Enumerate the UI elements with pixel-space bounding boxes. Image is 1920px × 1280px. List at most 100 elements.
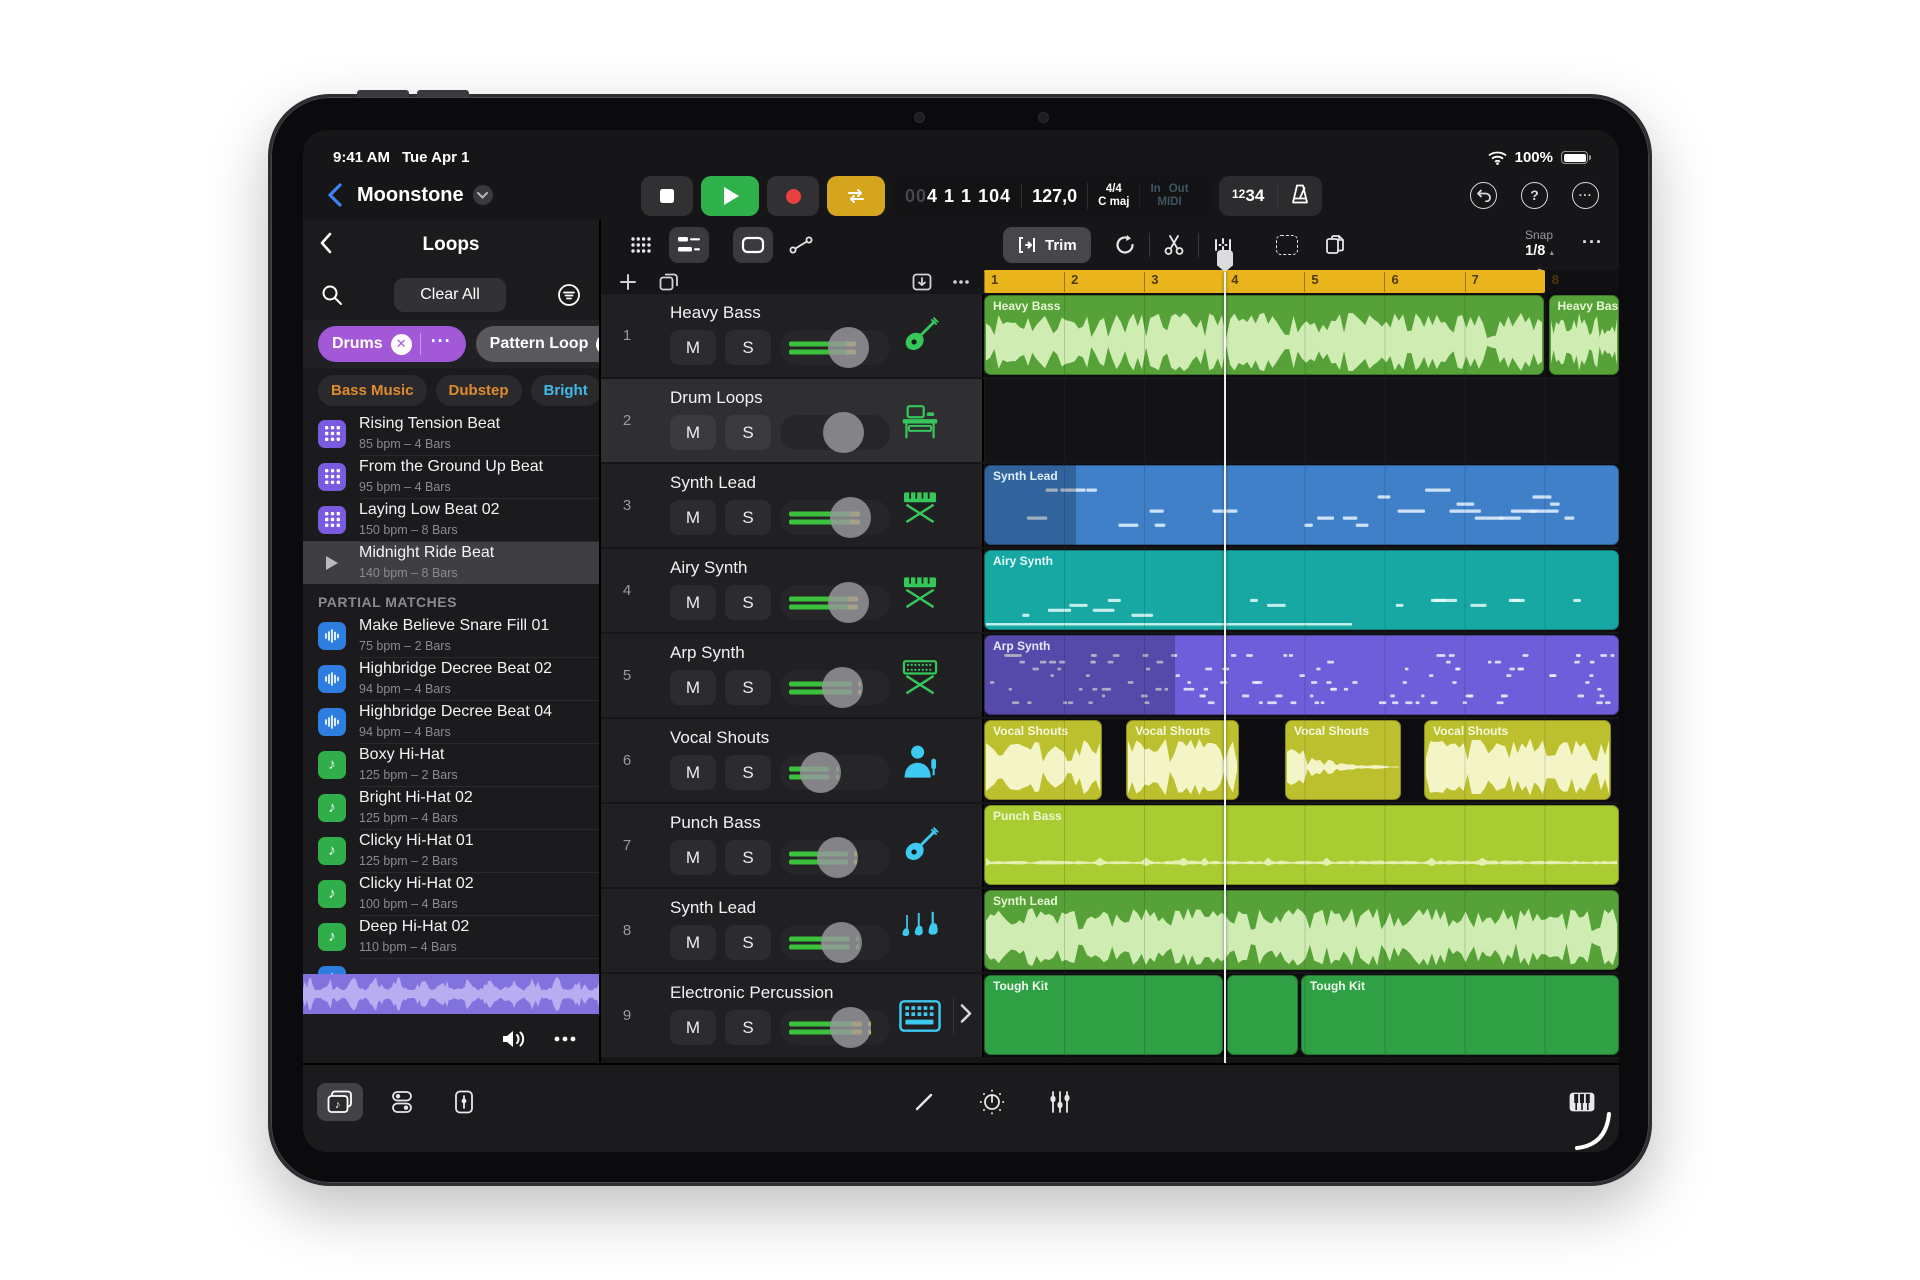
stop-button[interactable] [641,176,693,216]
region-airy-synth[interactable]: Airy Synth [984,550,1619,630]
volume-slider[interactable] [780,922,890,963]
trim-tool-button[interactable]: Trim [1003,227,1091,263]
loop-item[interactable]: Highbridge Decree Beat 02 94 bpm – 4 Bars [303,657,599,700]
region-arp-synth[interactable]: Arp Synth [984,635,1619,715]
mixer-button[interactable] [1037,1083,1083,1121]
loop-item[interactable]: From the Ground Up Beat 95 bpm – 4 Bars [303,455,599,498]
solo-button[interactable]: S [725,415,771,450]
record-button[interactable] [767,176,819,216]
track-lane[interactable]: Synth Lead [984,889,1619,972]
mute-button[interactable]: M [670,1010,716,1045]
mute-button[interactable]: M [670,500,716,535]
loop-tool-button[interactable] [1105,227,1145,263]
timeline-ruler[interactable]: 1 2 3 4 5 6 7 8 [984,270,1619,294]
help-button[interactable]: ? [1521,181,1548,209]
region-synth-lead[interactable]: Synth Lead [984,890,1619,970]
solo-button[interactable]: S [725,500,771,535]
loop-item[interactable]: ♪ Boxy Hi-Hat 125 bpm – 2 Bars [303,743,599,786]
track-header[interactable]: 4 Airy Synth M S [601,549,984,632]
loop-item[interactable]: Rising Tension Beat 85 bpm – 4 Bars [303,412,599,455]
paste-button[interactable] [1315,227,1355,263]
region-vocal-shouts[interactable]: Vocal Shouts [984,720,1103,800]
solo-button[interactable]: S [725,840,771,875]
smart-controls-button[interactable] [969,1083,1015,1121]
region[interactable] [1227,975,1299,1055]
solo-button[interactable]: S [725,755,771,790]
track-header[interactable]: 5 Arp Synth M S [601,634,984,717]
drum-desk-icon[interactable] [898,399,942,443]
track-lane[interactable]: Tough Kit Tough Kit [984,974,1619,1057]
solo-button[interactable]: S [725,670,771,705]
track-controls-button[interactable] [379,1083,425,1121]
region-punch-bass[interactable]: Punch Bass [984,805,1619,885]
grid-view-button[interactable] [621,227,661,263]
track-lane[interactable] [984,379,1619,462]
track-lane[interactable]: Arp Synth [984,634,1619,717]
volume-slider[interactable] [780,582,890,623]
solo-button[interactable]: S [725,585,771,620]
swipe-home-indicator[interactable] [1573,1112,1619,1152]
track-header[interactable]: 8 Synth Lead M S [601,889,984,972]
region-tool-button[interactable] [733,227,773,263]
loop-item[interactable]: Highbridge Decree Beat 04 94 bpm – 4 Bars [303,700,599,743]
track-import-icon[interactable] [912,273,932,291]
pencil-tool-button[interactable] [901,1083,947,1121]
count-in-button[interactable]: 12 34 [1219,186,1277,206]
volume-slider[interactable] [780,837,890,878]
volume-slider[interactable] [780,497,890,538]
add-track-icon[interactable] [619,273,637,291]
loop-more-icon[interactable] [553,1035,577,1043]
keys-stand-icon[interactable] [898,484,942,528]
mute-button[interactable]: M [670,415,716,450]
loop-item[interactable]: Laying Low Beat 02 150 bpm – 8 Bars [303,498,599,541]
cycle-button[interactable] [827,176,885,216]
track-header-more-icon[interactable] [952,279,970,285]
playhead[interactable] [1217,250,1233,1063]
mute-button[interactable]: M [670,755,716,790]
arrange-more-button[interactable]: ··· [1582,232,1603,253]
drum-machine-icon[interactable] [898,994,942,1038]
lcd-display[interactable]: 004 1 1 104 127,0 4/4 C maj In Out MIDI [893,176,1211,216]
solo-button[interactable]: S [725,330,771,365]
region-tough-kit[interactable]: Tough Kit [984,975,1223,1055]
tracks-view-button[interactable] [669,227,709,263]
mute-button[interactable]: M [670,670,716,705]
track-lane[interactable]: Heavy Bass Heavy Bass [984,294,1619,377]
browser-button[interactable]: ♪ [317,1083,363,1121]
mute-button[interactable]: M [670,585,716,620]
loop-preview-waveform[interactable] [303,974,599,1014]
volume-slider[interactable] [780,752,890,793]
tag-more-icon[interactable]: ··· [429,331,460,358]
solo-button[interactable]: S [725,1010,771,1045]
strings-icon[interactable] [898,909,942,953]
track-expand-chevron-icon[interactable] [953,997,978,1034]
track-header[interactable]: 9 Electronic Percussion M S [601,974,984,1057]
volume-knob[interactable] [828,327,870,368]
track-lane[interactable]: Airy Synth [984,549,1619,632]
more-options-button[interactable]: ··· [1572,181,1599,209]
loop-item[interactable]: Make Believe Snare Fill 01 75 bpm – 2 Bar… [303,614,599,657]
tag-pill-drums[interactable]: Drums ✕ ··· [318,326,466,362]
volume-knob[interactable] [822,412,864,453]
track-header[interactable]: 2 Drum Loops M S [601,379,984,462]
track-header[interactable]: 7 Punch Bass M S [601,804,984,887]
track-header[interactable]: 1 Heavy Bass M S [601,294,984,377]
fader-button[interactable] [441,1083,487,1121]
loop-item[interactable]: ♪ Deep Hi-Hat 02 110 bpm – 4 Bars [303,915,599,958]
clear-all-button[interactable]: Clear All [394,278,506,312]
track-header[interactable]: 6 Vocal Shouts M S [601,719,984,802]
undo-button[interactable] [1470,181,1497,209]
synth-stand-icon[interactable] [898,654,942,698]
region-vocal-shouts[interactable]: Vocal Shouts [1284,720,1401,800]
volume-slider[interactable] [780,1007,890,1048]
filter-icon[interactable] [557,283,581,307]
bass-guitar-icon[interactable] [898,314,942,358]
mute-button[interactable]: M [670,330,716,365]
region-vocal-shouts[interactable]: Vocal Shouts [1424,720,1612,800]
loop-item[interactable]: Midnight Ride Beat 140 bpm – 8 Bars [303,541,599,584]
track-header[interactable]: 3 Synth Lead M S [601,464,984,547]
region-synth-lead[interactable]: Synth Lead [984,465,1619,545]
bass-guitar-icon[interactable] [898,824,942,868]
metronome-button[interactable] [1278,183,1322,210]
chip-bright[interactable]: Bright [530,374,599,406]
